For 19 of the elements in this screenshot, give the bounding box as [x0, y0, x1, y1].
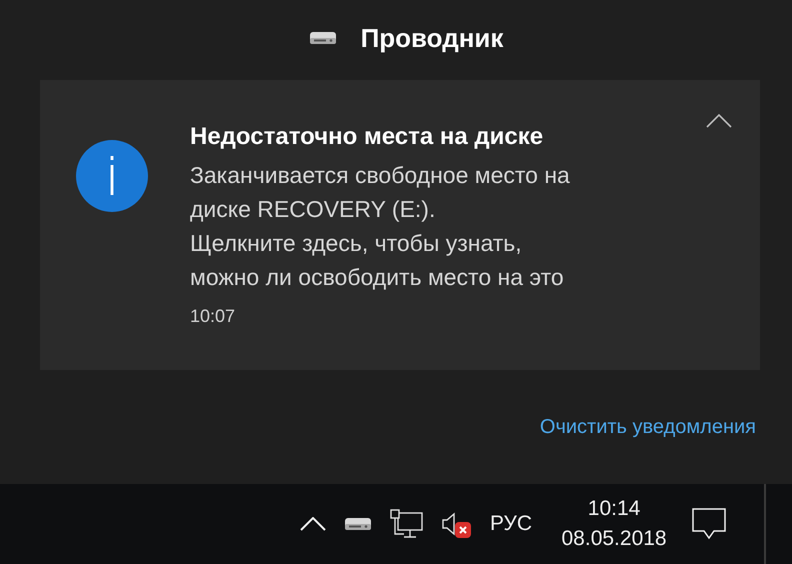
- chevron-up-icon[interactable]: [300, 517, 326, 531]
- notification-time: 10:07: [190, 306, 236, 327]
- notification-text: Щелкните здесь, чтобы узнать,: [190, 229, 522, 258]
- info-icon: [76, 140, 148, 212]
- clock[interactable]: 10:14 08.05.2018: [556, 494, 672, 554]
- notification-text: диске RECOVERY (E:).: [190, 195, 436, 224]
- drive-icon[interactable]: [344, 517, 372, 531]
- clear-notifications-link[interactable]: Очистить уведомления: [540, 416, 756, 442]
- collapse-chevron-icon[interactable]: [706, 114, 732, 128]
- notification-text: можно ли освободить место на это: [190, 263, 564, 292]
- speaker-icon[interactable]: [442, 512, 456, 536]
- notification-title: Недостаточно места на диске: [190, 122, 544, 152]
- app-name: Проводник: [360, 22, 504, 54]
- notification-text: Заканчивается свободное место на: [190, 161, 570, 190]
- language-indicator[interactable]: РУС: [490, 512, 532, 536]
- drive-icon: [308, 31, 337, 45]
- action-center-icon[interactable]: [692, 508, 726, 540]
- notification-card[interactable]: Недостаточно места на диске Заканчивается свободное место на диске RECOVERY (E:). Щелкните здесь, чтобы узнать, можно ли освободить место на это 10:07: [40, 80, 760, 370]
- network-icon[interactable]: [390, 509, 424, 539]
